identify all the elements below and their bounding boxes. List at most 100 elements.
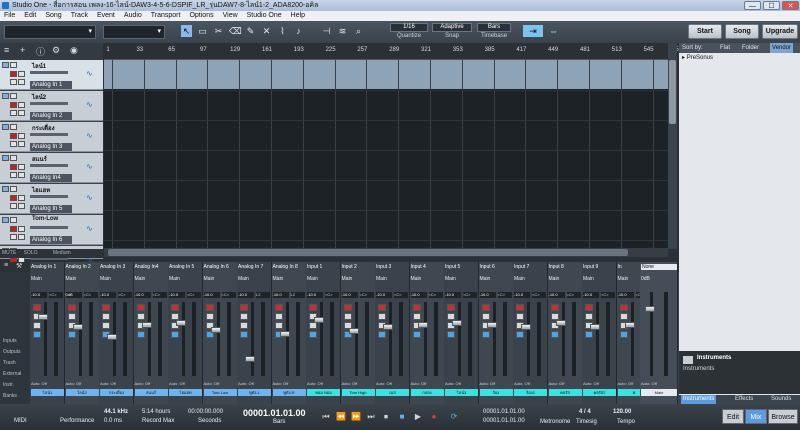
browser-tab[interactable]: Instruments [681,395,717,404]
channel-monitor-button[interactable] [550,313,559,320]
monitor-button[interactable] [18,195,25,201]
channel-fader[interactable] [279,331,290,337]
channel-label[interactable]: ทอม ทอม [307,389,340,396]
track-input[interactable]: Analog In 3 [30,143,72,151]
channel-fader[interactable] [314,317,324,323]
track-select[interactable]: ▾ [103,25,165,39]
browse-button[interactable]: Browse [768,409,798,424]
tempo-value[interactable]: 120.00 [613,409,631,415]
channel-fader[interactable] [383,324,393,330]
channel-solo-button[interactable] [136,331,145,338]
channel-automation[interactable]: Auto: Off [169,381,185,386]
mute-tool-icon[interactable]: ✕ [261,25,272,37]
mixer-side-item[interactable]: Inputs [3,338,17,344]
track-name[interactable]: สแนร์ [32,154,47,164]
track-header[interactable]: สแนร์ ∿ Analog In4 [0,153,103,183]
global-icon[interactable]: ◉ [70,45,78,56]
channel-pan[interactable]: <C> [152,292,167,298]
channel-fader[interactable] [624,322,635,328]
channel-label[interactable]: Tom High [341,389,375,396]
menu-item[interactable]: Transport [151,11,181,21]
channel-label[interactable]: ร้อง2 [514,389,547,396]
channel-pan[interactable]: <C> [394,292,408,298]
channel-output[interactable]: Main [31,276,42,282]
channel-record-button[interactable] [447,304,455,311]
channel-monitor-button[interactable] [136,313,145,320]
solo-button[interactable] [18,172,25,178]
menu-item[interactable]: Audio [124,11,142,21]
browser-sort-option[interactable]: Vendor [770,43,794,53]
channel-volume[interactable]: -10.0 [134,292,151,298]
song-button[interactable]: Song [725,24,759,39]
metronome-label[interactable]: Metronome [540,419,570,425]
channel-fader[interactable] [348,328,359,334]
start-button[interactable]: Start [688,24,722,39]
track-color-icon[interactable] [2,186,9,192]
mute-button[interactable] [10,79,17,85]
menu-item[interactable]: Edit [24,11,36,21]
loop-end[interactable]: 00001.01.01.00 [483,418,525,424]
channel-record-button[interactable] [619,304,628,311]
track-expand-icon[interactable] [10,186,17,192]
channel-record-button[interactable] [343,304,352,311]
channel-output[interactable]: Main [238,276,249,282]
channel-monitor-button[interactable] [171,313,179,320]
channel-monitor-button[interactable] [412,313,421,320]
channel-output[interactable]: Main [583,276,594,282]
menu-item[interactable]: Event [97,11,115,21]
channel-monitor-button[interactable] [447,313,455,320]
loop-icon[interactable]: ⟳ [448,411,460,423]
stop-icon[interactable]: ⏹ [380,411,392,423]
menu-item[interactable]: View [223,11,238,21]
scroll-icon[interactable]: ⇔ [548,25,559,37]
mute-button[interactable] [10,110,17,116]
main-fader[interactable] [645,306,655,312]
record-arm-button[interactable] [10,226,17,232]
channel-pan[interactable]: <C> [601,292,615,298]
track-input[interactable]: Analog In 5 [30,205,72,213]
inspector-icon[interactable]: ⓘ [36,45,45,58]
channel-monitor-button[interactable] [481,313,490,320]
close-button[interactable]: ✕ [782,1,799,10]
add-track-icon[interactable]: + [20,45,25,55]
channel-solo-button[interactable] [309,331,317,338]
menu-item[interactable]: Options [189,11,213,21]
channel-volume[interactable]: -10.0 [479,292,496,298]
channel-solo-button[interactable] [516,331,524,338]
monitor-button[interactable] [18,102,25,108]
channel-label[interactable]: ร้อง [479,389,513,396]
channel-automation[interactable]: Auto: Off [31,381,47,386]
channel-monitor-button[interactable] [205,313,214,320]
channel-record-button[interactable] [136,304,145,311]
track-color-icon[interactable] [2,93,9,99]
channel-automation[interactable]: Auto: Off [376,381,392,386]
channel-volume[interactable]: 0dB [65,292,82,298]
track-input[interactable]: Analog In 1 [30,81,72,89]
channel-mute-button[interactable] [274,322,283,329]
track-name[interactable]: Tom-Low [32,216,58,222]
channel-output[interactable]: Main [618,276,629,282]
channel-automation[interactable]: Auto: Off [342,381,358,386]
channel-label[interactable]: พูดัง-L [238,389,271,396]
channel-output[interactable]: Main [549,276,560,282]
record-arm-button[interactable] [10,102,17,108]
channel-pan[interactable]: <C> [49,292,63,298]
channel-record-button[interactable] [33,304,41,311]
mixer-side-item[interactable]: Outputs [3,349,21,355]
loop-start[interactable]: 00001.01.01.00 [483,409,525,415]
channel-volume[interactable]: -10.0 [583,292,599,298]
track-volume-fader[interactable] [30,226,68,229]
track-color-icon[interactable] [2,155,9,161]
automation-icon[interactable]: ⚙ [52,45,60,56]
menu-item[interactable]: Track [71,11,88,21]
channel-pan[interactable]: <C> [497,292,512,298]
channel-output[interactable]: Main [204,276,215,282]
channel-volume[interactable]: -10.0 [548,292,565,298]
channel-fader[interactable] [452,320,462,326]
edit-button[interactable]: Edit [722,409,744,424]
channel-automation[interactable]: Auto: Off [618,381,634,386]
mixer-side-item[interactable]: External [3,371,21,377]
track-expand-icon[interactable] [10,62,17,68]
channel-label[interactable]: เบส [376,389,409,396]
channel-solo-button[interactable] [412,331,421,338]
